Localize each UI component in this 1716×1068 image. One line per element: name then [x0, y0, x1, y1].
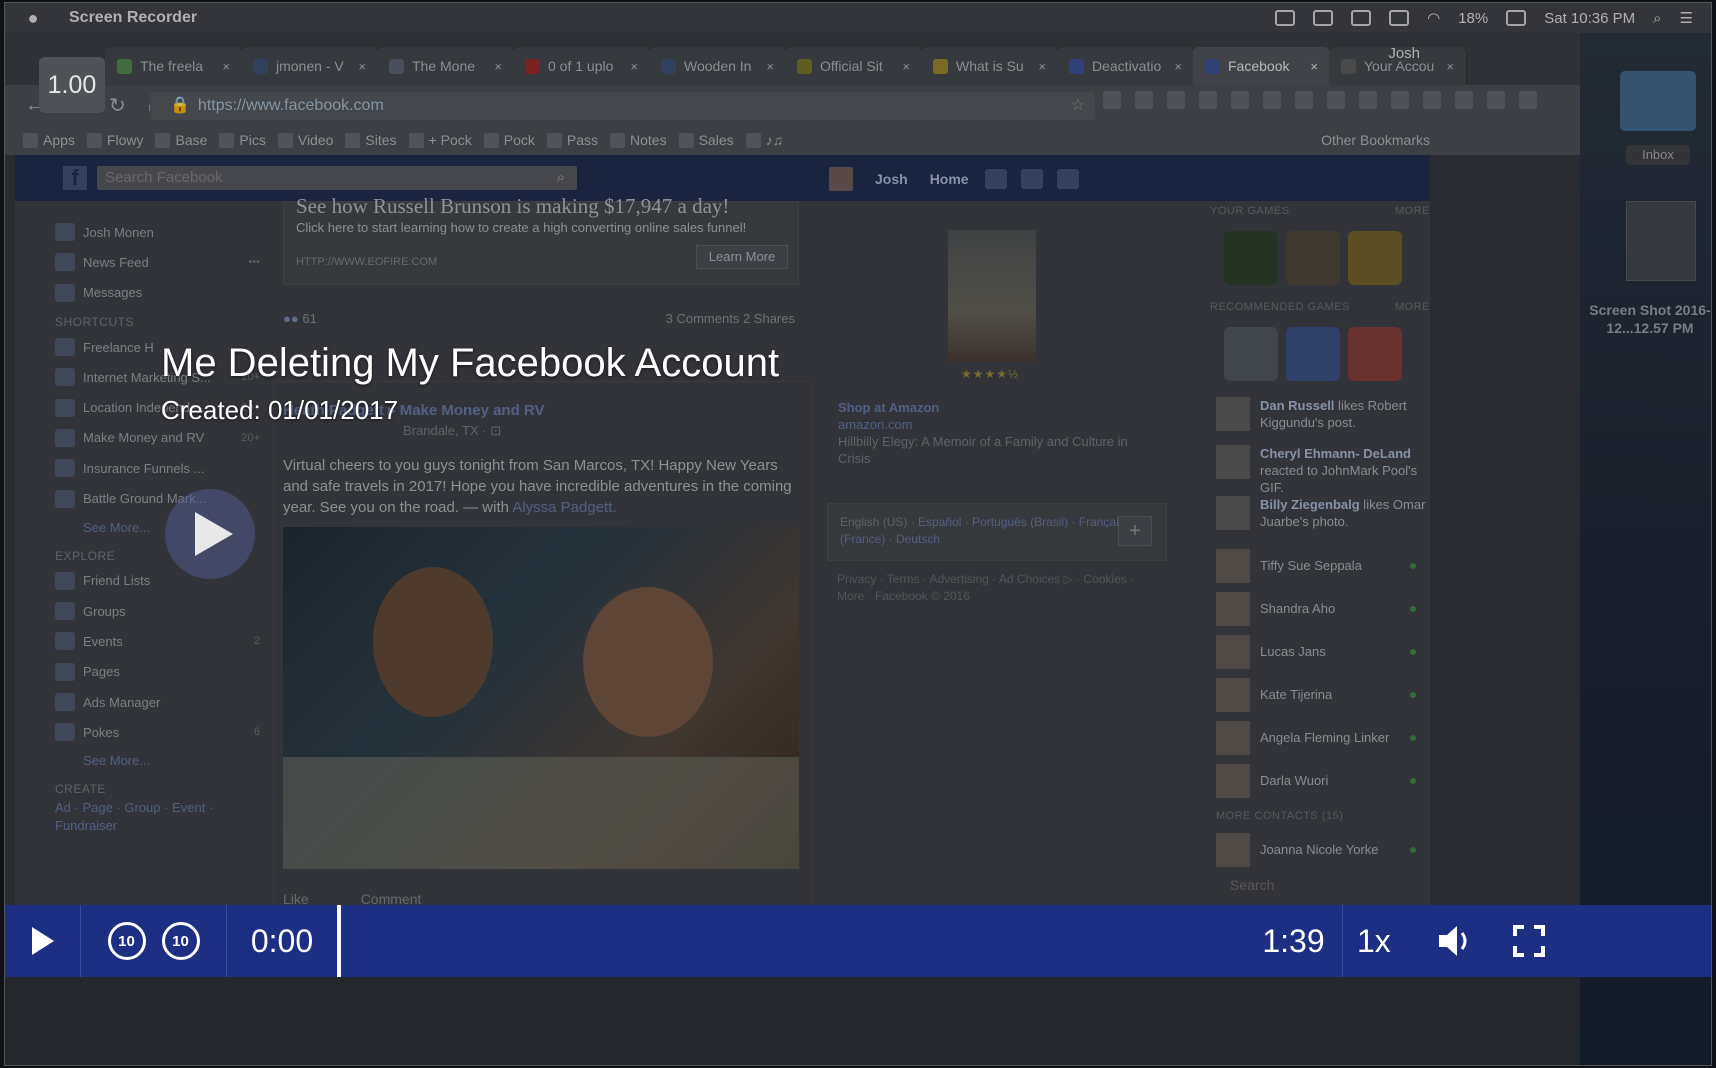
- play-button[interactable]: [5, 905, 81, 977]
- screen-recording-frame: ● Screen Recorder ◠ 18% Sat 10:36 PM ⌕ ☰…: [4, 2, 1712, 1066]
- progress-track[interactable]: [337, 905, 1345, 977]
- video-created-date: Created: 01/01/2017: [161, 395, 399, 425]
- video-title: Me Deleting My Facebook Account: [161, 341, 780, 385]
- play-icon: [195, 512, 233, 556]
- video-control-bar: 10 10 0:00 1:39 1x: [5, 905, 1711, 977]
- big-play-button[interactable]: [165, 489, 255, 579]
- play-icon: [31, 927, 54, 955]
- current-time: 0:00: [250, 922, 314, 959]
- playhead[interactable]: [337, 905, 341, 977]
- volume-icon[interactable]: [1437, 923, 1477, 959]
- playback-rate-button[interactable]: 1x: [1357, 905, 1391, 977]
- skip-back-10-icon[interactable]: 10: [107, 922, 146, 960]
- skip-forward-10-icon[interactable]: 10: [161, 922, 200, 960]
- fullscreen-icon[interactable]: [1513, 925, 1545, 957]
- skip-controls: 10 10: [81, 905, 227, 977]
- duration: 1:39: [1245, 905, 1343, 977]
- playback-speed-badge: 1.00: [39, 57, 105, 113]
